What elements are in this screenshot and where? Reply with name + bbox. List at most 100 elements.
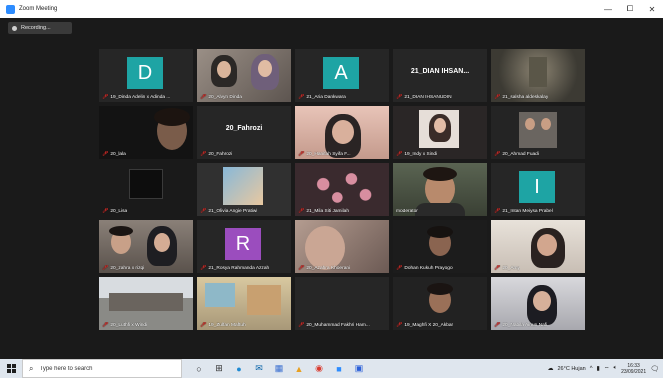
mic-muted-icon: 🎤︎	[298, 151, 305, 157]
mic-muted-icon: 🎤︎	[102, 322, 109, 328]
network-icon[interactable]: ⌔	[604, 365, 610, 373]
participant-name: 20_Muhammad Fakhri Ham...	[306, 322, 370, 328]
system-tray: ☁ 26°C Hujan ^ ▮ ⌔ 🔈︎ 16:33 23/09/2021 🗨…	[548, 359, 663, 378]
gallery-grid: D 🎤︎ 19_Dinda Adelin x Adinda ... 🎤︎ 20_Al…	[99, 49, 587, 331]
volume-icon[interactable]: 🔈︎	[613, 365, 617, 372]
maximize-button[interactable]: ⧠	[619, 0, 641, 18]
participant-name: 19_Zulfan Maftuh	[208, 322, 246, 328]
edge-icon[interactable]: ●	[232, 362, 246, 376]
participant-name: 20_Alvyn Dinda	[208, 94, 242, 100]
participant-tile-active-speaker[interactable]: moderator	[393, 163, 487, 216]
participant-name: Dohan Kukuh Prayogo	[404, 265, 453, 271]
participant-label: 🎤︎ 21_DIAN IHSANUDIN	[396, 94, 452, 100]
participant-tile[interactable]: 🎤︎ 19_Zulfan Maftuh	[197, 277, 291, 330]
participant-label: 🎤︎ 20_Ahmad Fuadi	[494, 151, 539, 157]
mic-muted-icon: 🎤︎	[102, 208, 109, 214]
participant-name: 21_salsha aldeskalay	[502, 94, 549, 100]
participant-tile[interactable]: D 🎤︎ 19_Dinda Adelin x Adinda ...	[99, 49, 193, 102]
participant-tile[interactable]: 🎤︎ 20_Alvyn Dinda	[197, 49, 291, 102]
chrome-icon[interactable]: ◉	[312, 362, 326, 376]
participant-avatar: A	[323, 57, 359, 89]
participant-label: 🎤︎ 20_Muhammad Fakhri Ham...	[298, 322, 370, 328]
participant-label: moderator	[396, 209, 418, 214]
store-icon[interactable]: ⊞	[212, 362, 226, 376]
mic-muted-icon: 🎤︎	[494, 208, 501, 214]
battery-icon[interactable]: ▮	[597, 365, 600, 372]
participant-name: 19_Indy x Sindi	[404, 151, 438, 157]
participant-tile[interactable]: 21_DIAN IHSAN... 🎤︎ 21_DIAN IHSANUDIN	[393, 49, 487, 102]
participant-display-name: 20_Fahrozi	[225, 125, 263, 132]
mic-muted-icon: 🎤︎	[494, 265, 501, 271]
mic-muted-icon: 🎤︎	[494, 94, 501, 100]
mic-muted-icon: 🎤︎	[200, 208, 207, 214]
participant-label: 🎤︎ 20_Lisa	[102, 208, 127, 214]
participant-name: 21_Intan Meiysa Prabel	[502, 208, 553, 214]
search-input[interactable]	[39, 365, 170, 372]
participant-label: 🎤︎ 20_lala	[102, 151, 126, 157]
mic-muted-icon: 🎤︎	[298, 208, 305, 214]
participant-tile[interactable]: 🎤︎ 20_Hanifah Syifa F...	[295, 106, 389, 159]
participant-tile[interactable]: 🎤︎ 20_Lisa	[99, 163, 193, 216]
participant-label: 🎤︎ 19_Dinda Adelin x Adinda ...	[102, 94, 170, 100]
participant-name: 20_Ahmad Fuadi	[502, 151, 539, 157]
recording-indicator[interactable]: Recording...	[8, 22, 72, 34]
mic-muted-icon: 🎤︎	[102, 265, 109, 271]
zoom-meeting-window: Zoom Meeting — ⧠ ✕ Recording... D 🎤︎ 19_D…	[0, 0, 663, 378]
mic-muted-icon: 🎤︎	[200, 265, 207, 271]
participant-name: 20_Amy	[502, 265, 520, 271]
participant-name: 20_Lisa	[110, 208, 128, 214]
participant-tile[interactable]: 🎤︎ Dohan Kukuh Prayogo	[393, 220, 487, 273]
participant-tile[interactable]: 🎤︎ 20_Ahmad Fuadi	[491, 106, 585, 159]
participant-tile[interactable]: 🎤︎ 19_Indy x Sindi	[393, 106, 487, 159]
mic-muted-icon: 🎤︎	[298, 322, 305, 328]
clock[interactable]: 16:33 23/09/2021	[621, 363, 646, 375]
participant-name: 20_Azahra Khoerani	[306, 265, 351, 271]
participant-name: 20_Hanifah Syifa F...	[306, 151, 351, 157]
window-controls: — ⧠ ✕	[597, 0, 663, 18]
participant-tile[interactable]: 🎤︎ 20_Azahra Khoerani	[295, 220, 389, 273]
participant-tile[interactable]: 🎤︎ 20_Amy	[491, 220, 585, 273]
participant-tile[interactable]: 20_Fahrozi 🎤︎ 20_Fahrozi	[197, 106, 291, 159]
weather-text[interactable]: 26°C Hujan	[558, 366, 586, 372]
participant-label: 🎤︎ 20_Fahrozi	[200, 151, 232, 157]
participant-tile[interactable]: 🎤︎ 21_salsha aldeskalay	[491, 49, 585, 102]
participant-name: 20_Nabila Ainun Nafi	[502, 322, 548, 328]
participant-tile[interactable]: 🎤︎ 21_Olivia Angie Pratiwi	[197, 163, 291, 216]
participant-tile[interactable]: 🎤︎ 20_Nabila Ainun Nafi	[491, 277, 585, 330]
start-button[interactable]	[0, 359, 22, 378]
mic-muted-icon: 🎤︎	[200, 322, 207, 328]
participant-tile[interactable]: 🎤︎ 20_Luthfi x Windi	[99, 277, 193, 330]
participant-tile[interactable]: I 🎤︎ 21_Intan Meiysa Prabel	[491, 163, 585, 216]
participant-name: 19_Maghfi X 20_Akbar	[404, 322, 454, 328]
photos-icon[interactable]: ▲	[292, 362, 306, 376]
participant-label: 🎤︎ 20_Hanifah Syifa F...	[298, 151, 351, 157]
participant-display-name: 21_DIAN IHSAN...	[410, 68, 470, 75]
participant-label: 🎤︎ 21_Olivia Angie Pratiwi	[200, 208, 257, 214]
chevron-up-icon[interactable]: ^	[590, 366, 593, 372]
participant-label: 🎤︎ 21_Rosya Rahmanda Azzah	[200, 265, 269, 271]
participant-tile[interactable]: R 🎤︎ 21_Rosya Rahmanda Azzah	[197, 220, 291, 273]
camera-icon[interactable]: ▣	[352, 362, 366, 376]
participant-tile[interactable]: 🎤︎ 19_Maghfi X 20_Akbar	[393, 277, 487, 330]
participant-tile[interactable]: 🎤︎ 20_Muhammad Fakhri Ham...	[295, 277, 389, 330]
participant-name: 19_Dinda Adelin x Adinda ...	[110, 94, 171, 100]
participant-tile[interactable]: 🎤︎ 20_zahra x rizqi	[99, 220, 193, 273]
participant-avatar: D	[127, 57, 163, 89]
task-view-icon[interactable]: ○	[192, 362, 206, 376]
files-icon[interactable]: ▦	[272, 362, 286, 376]
taskbar-search[interactable]: ⌕	[22, 359, 182, 378]
participant-tile[interactable]: A 🎤︎ 21_Aria Dankwara	[295, 49, 389, 102]
minimize-button[interactable]: —	[597, 0, 619, 18]
participant-name: 20_zahra x rizqi	[110, 265, 145, 271]
participant-tile[interactable]: 🎤︎ 20_lala	[99, 106, 193, 159]
notification-icon[interactable]: 🗨︎	[650, 365, 659, 373]
mail-icon[interactable]: ✉	[252, 362, 266, 376]
participant-label: 🎤︎ 20_Luthfi x Windi	[102, 322, 147, 328]
close-button[interactable]: ✕	[641, 0, 663, 18]
participant-tile[interactable]: 🎤︎ 21_Mila Siti Jamilah	[295, 163, 389, 216]
search-icon: ⌕	[29, 363, 34, 373]
participant-label: 🎤︎ 19_Indy x Sindi	[396, 151, 437, 157]
weather-icon: ☁	[547, 366, 554, 372]
mic-muted-icon: 🎤︎	[200, 151, 207, 157]
zoom-icon[interactable]: ■	[332, 362, 346, 376]
